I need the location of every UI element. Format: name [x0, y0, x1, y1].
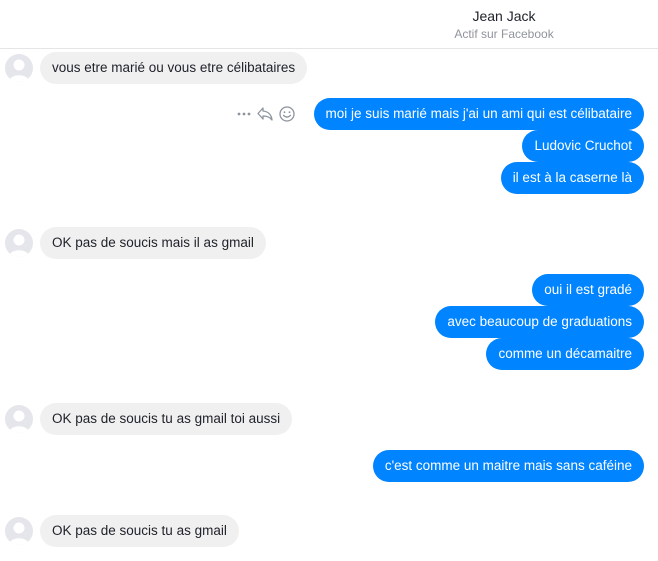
message-row: OK pas de soucis mais il as gmail — [0, 227, 658, 259]
avatar[interactable] — [5, 405, 33, 433]
contact-name[interactable]: Jean Jack — [404, 8, 604, 24]
more-options-icon[interactable] — [236, 106, 252, 122]
outgoing-message-bubble[interactable]: oui il est gradé — [532, 274, 644, 306]
message-row: avec beaucoup de graduations — [0, 306, 658, 338]
incoming-message-bubble[interactable]: OK pas de soucis tu as gmail toi aussi — [40, 403, 293, 435]
outgoing-message-bubble[interactable]: c'est comme un maitre mais sans caféine — [372, 450, 644, 482]
outgoing-message-bubble[interactable]: Ludovic Cruchot — [522, 130, 644, 162]
default-avatar-icon — [9, 522, 29, 545]
avatar[interactable] — [5, 229, 33, 257]
message-row: OK pas de soucis tu as gmail — [0, 515, 658, 547]
conversation-header: Jean Jack Actif sur Facebook — [0, 0, 658, 49]
reply-icon[interactable] — [256, 105, 274, 123]
message-row: moi je suis marié mais j'ai un ami qui e… — [0, 98, 658, 130]
avatar[interactable] — [5, 517, 33, 545]
outgoing-message-bubble[interactable]: il est à la caserne là — [500, 162, 644, 194]
avatar[interactable] — [5, 54, 33, 82]
message-row: comme un décamaitre — [0, 338, 658, 370]
incoming-message-bubble[interactable]: OK pas de soucis tu as gmail — [40, 515, 239, 547]
emoji-react-icon[interactable] — [278, 105, 296, 123]
default-avatar-icon — [9, 59, 29, 82]
message-actions — [236, 104, 296, 124]
outgoing-message-bubble[interactable]: moi je suis marié mais j'ai un ami qui e… — [313, 98, 644, 130]
outgoing-message-bubble[interactable]: comme un décamaitre — [486, 338, 644, 370]
outgoing-message-bubble[interactable]: avec beaucoup de graduations — [435, 306, 644, 338]
message-row: OK pas de soucis tu as gmail toi aussi — [0, 403, 658, 435]
default-avatar-icon — [9, 410, 29, 433]
active-status: Actif sur Facebook — [454, 27, 554, 41]
message-row: oui il est gradé — [0, 274, 658, 306]
message-row: il est à la caserne là — [0, 162, 658, 194]
incoming-message-bubble[interactable]: OK pas de soucis mais il as gmail — [40, 227, 266, 259]
message-row: c'est comme un maitre mais sans caféine — [0, 450, 658, 482]
incoming-message-bubble[interactable]: vous etre marié ou vous etre célibataire… — [40, 52, 308, 84]
default-avatar-icon — [9, 234, 29, 257]
message-row: Ludovic Cruchot — [0, 130, 658, 162]
message-row: vous etre marié ou vous etre célibataire… — [0, 52, 658, 84]
